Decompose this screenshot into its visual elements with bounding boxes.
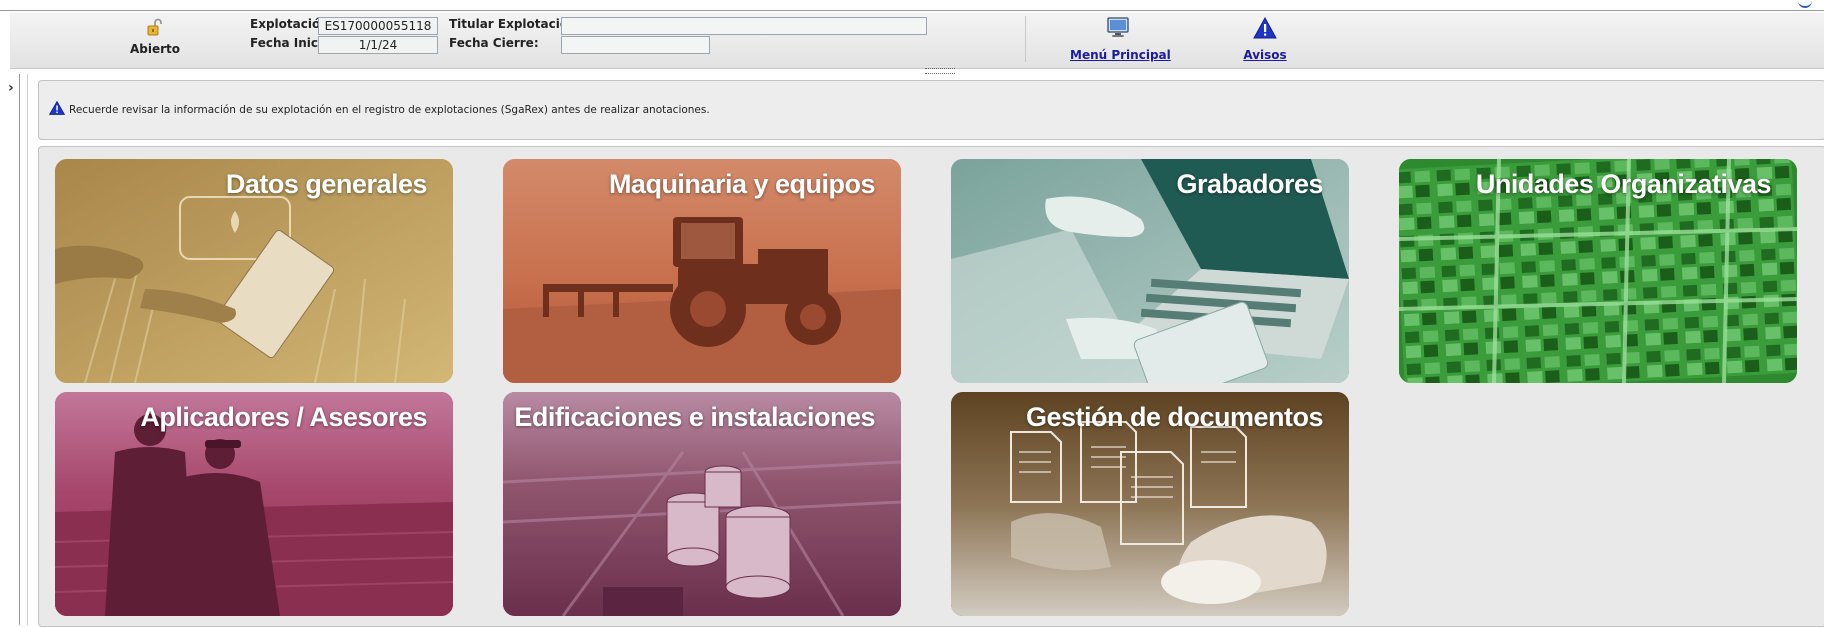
tile-unidades-organizativas[interactable]: Unidades Organizativas	[1399, 159, 1797, 383]
tile-title: Edificaciones e instalaciones	[514, 402, 875, 432]
tile-maquinaria-equipos[interactable]: Maquinaria y equipos	[503, 159, 901, 383]
notice-text: Recuerde revisar la información de su ex…	[69, 104, 710, 116]
left-frame-border	[19, 74, 20, 625]
titular-field[interactable]	[561, 17, 927, 35]
fecha-inicio-field[interactable]: 1/1/24	[318, 36, 438, 54]
tile-title: Gestión de documentos	[1025, 402, 1324, 432]
notice-banner: Recuerde revisar la información de su ex…	[38, 80, 1824, 140]
top-border	[0, 10, 1824, 11]
menu-principal-label[interactable]: Menú Principal	[1070, 48, 1171, 62]
warning-icon	[49, 101, 65, 115]
avisos-label[interactable]: Avisos	[1230, 48, 1300, 62]
resize-grip[interactable]	[925, 68, 955, 74]
status-indicator: Abierto	[120, 18, 190, 56]
tile-datos-generales[interactable]: Datos generales	[55, 159, 453, 383]
status-label: Abierto	[129, 42, 181, 56]
monitor-icon	[1107, 17, 1129, 37]
tile-title: Datos generales	[225, 169, 428, 199]
menu-principal-link[interactable]: Menú Principal	[1070, 17, 1171, 62]
tile-aplicadores-asesores[interactable]: Aplicadores / Asesores	[55, 392, 453, 616]
tile-edificaciones-instalaciones[interactable]: Edificaciones e instalaciones	[503, 392, 901, 616]
open-lock-icon	[147, 18, 162, 36]
tiles-panel: Datos generales Maquinaria y equipos Gra…	[38, 146, 1824, 627]
window-corner-indicator	[1798, 0, 1812, 8]
explotacion-field[interactable]: ES170000055118	[318, 17, 438, 35]
header-separator	[1025, 16, 1026, 62]
tile-title: Unidades Organizativas	[1475, 169, 1772, 199]
fecha-cierre-label: Fecha Cierre:	[449, 36, 539, 50]
expand-panel-chevron-icon[interactable]: ›	[8, 80, 14, 96]
tile-title: Aplicadores / Asesores	[140, 402, 427, 432]
fecha-cierre-field[interactable]	[561, 36, 710, 54]
tile-title: Maquinaria y equipos	[608, 169, 876, 199]
tile-title: Grabadores	[1176, 169, 1323, 199]
header-bar: Abierto Explotación : ES170000055118 Fec…	[10, 12, 1824, 74]
warning-icon	[1253, 16, 1277, 39]
tile-grabadores[interactable]: Grabadores	[951, 159, 1349, 383]
avisos-link[interactable]: Avisos	[1230, 16, 1300, 62]
tile-gestion-documentos[interactable]: Gestión de documentos	[951, 392, 1349, 616]
left-frame-border-inner	[27, 74, 28, 625]
